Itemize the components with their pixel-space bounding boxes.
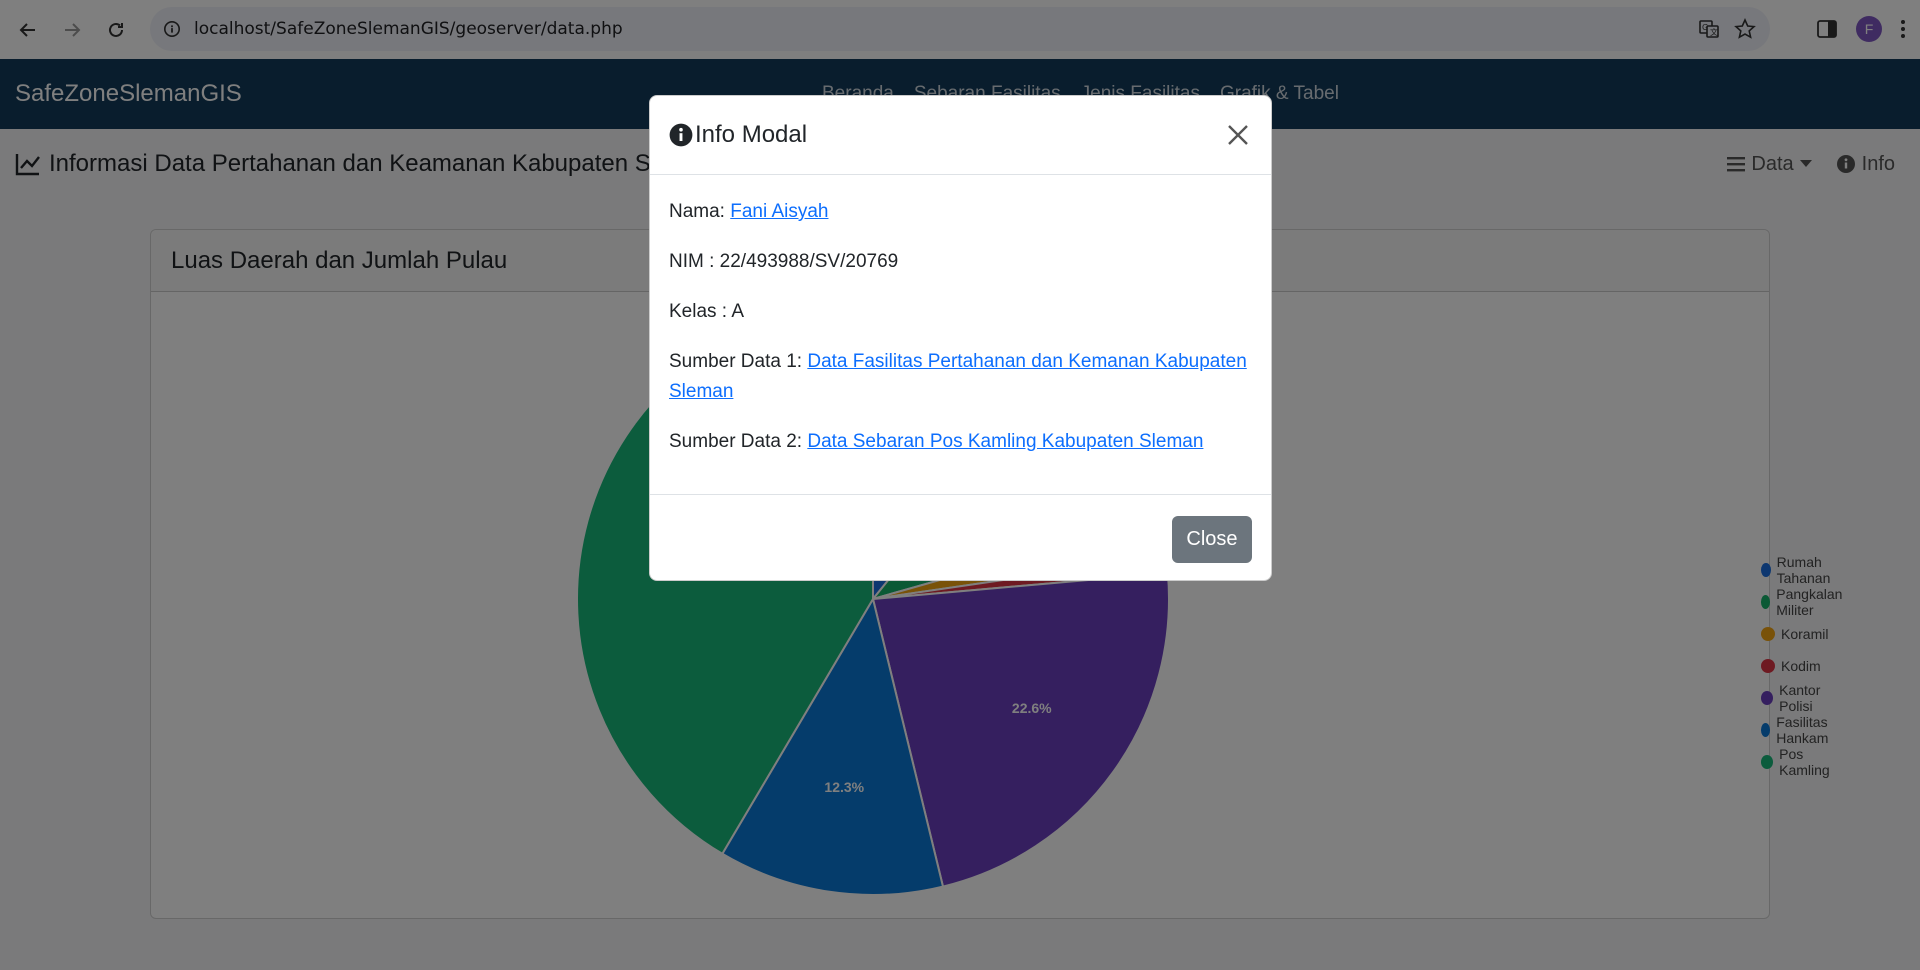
nama-label: Nama: <box>669 201 731 222</box>
close-button[interactable]: Close <box>1172 516 1252 563</box>
info-circle-icon <box>669 123 693 147</box>
close-icon[interactable] <box>1223 120 1253 150</box>
sumber2-link[interactable]: Data Sebaran Pos Kamling Kabupaten Slema… <box>807 431 1203 452</box>
nim-text: NIM : 22/493988/SV/20769 <box>669 251 899 272</box>
nama-link[interactable]: Fani Aisyah <box>730 201 828 222</box>
nama-row: Nama: Fani Aisyah <box>669 197 1252 227</box>
kelas-text: Kelas : A <box>669 301 744 322</box>
sumber1-label: Sumber Data 1: <box>669 351 808 372</box>
sumber1-row: Sumber Data 1: Data Fasilitas Pertahanan… <box>669 347 1252 407</box>
sumber2-label: Sumber Data 2: <box>669 431 808 452</box>
info-modal: Info Modal Nama: Fani Aisyah NIM : 22/49… <box>649 95 1272 581</box>
modal-title-text: Info Modal <box>695 121 808 148</box>
modal-title: Info Modal <box>669 121 807 149</box>
sumber2-row: Sumber Data 2: Data Sebaran Pos Kamling … <box>669 427 1252 457</box>
